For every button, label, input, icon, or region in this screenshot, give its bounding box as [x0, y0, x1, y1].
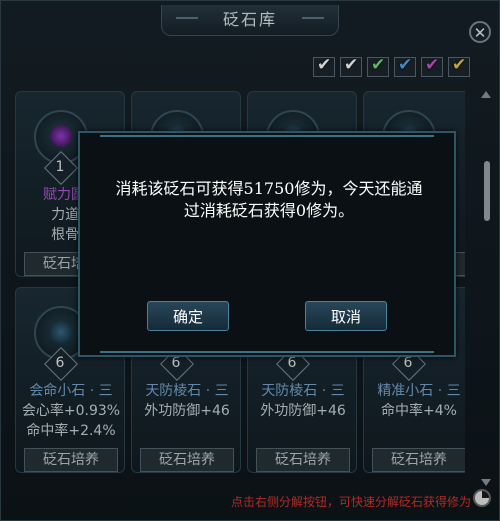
dialog-message: 消耗该砭石可获得51750修为，今天还能通过消耗砭石获得0修为。: [115, 179, 423, 220]
confirm-dialog: 消耗该砭石可获得51750修为，今天还能通过消耗砭石获得0修为。 确定 取消: [78, 131, 456, 357]
confirm-button[interactable]: 确定: [147, 301, 229, 331]
cancel-button[interactable]: 取消: [305, 301, 387, 331]
